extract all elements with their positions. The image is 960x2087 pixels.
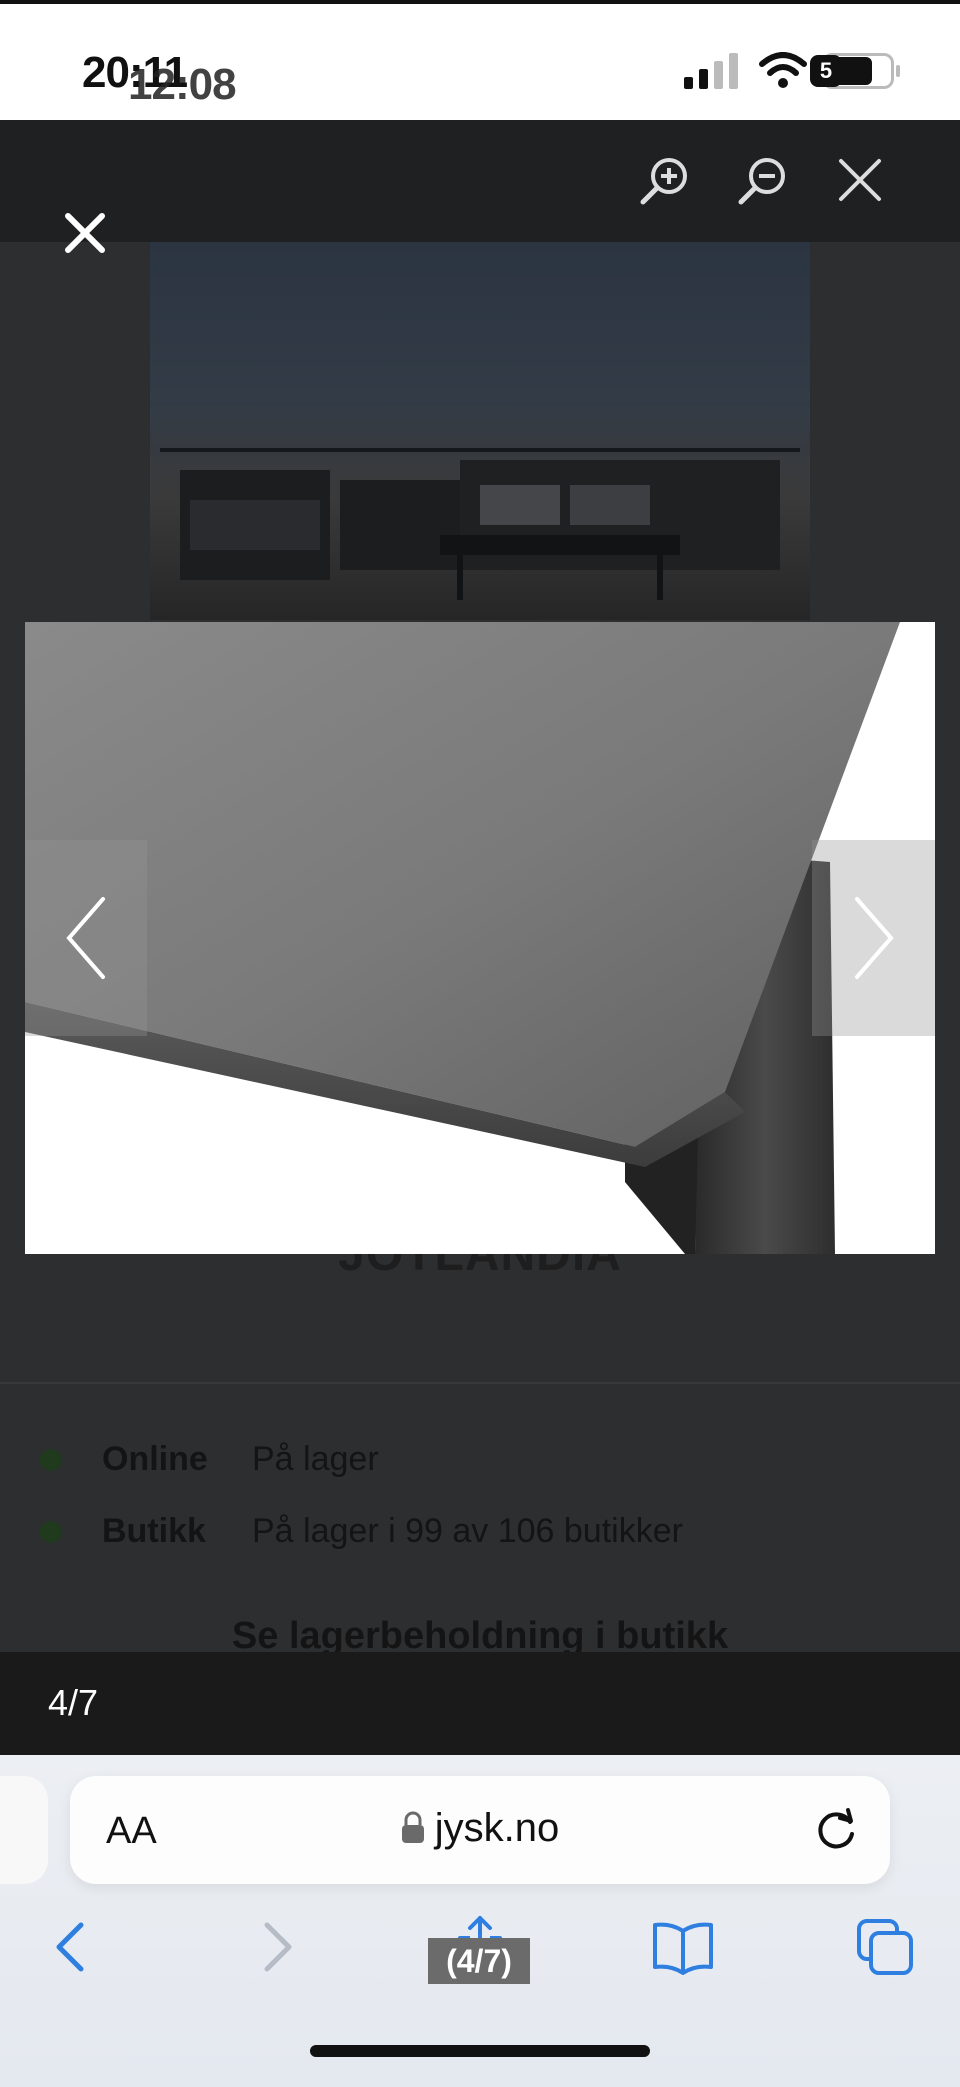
close-viewer-button[interactable] (830, 150, 890, 210)
status-bar: 20:11 12:08 5 (0, 0, 960, 120)
tabs-icon (857, 1919, 913, 1975)
cellular-signal-icon (684, 53, 738, 89)
wifi-icon (759, 52, 807, 88)
stock-online-value: På lager (252, 1440, 379, 1478)
battery-icon: 5 (810, 53, 900, 89)
close-icon (839, 159, 881, 201)
battery-level: 5 (810, 55, 842, 87)
previous-image-button[interactable] (25, 840, 147, 1036)
forward-button[interactable] (242, 1912, 312, 1982)
chevron-right-icon (854, 897, 894, 979)
zoom-in-icon (640, 158, 687, 205)
previous-tab-preview[interactable] (0, 1776, 48, 1884)
status-icons: 5 (684, 52, 900, 90)
outdoor-furniture-illustration (160, 448, 800, 600)
image-caption-overlay: (4/7) (428, 1938, 530, 1984)
chevron-left-icon (56, 1922, 84, 1972)
hero-product-photo (150, 215, 810, 620)
table-corner-photo (25, 622, 935, 1254)
reload-button[interactable] (810, 1804, 862, 1856)
stock-store-value: På lager i 99 av 106 butikker (252, 1512, 683, 1550)
stock-online-label: Online (102, 1440, 208, 1478)
product-image[interactable] (25, 622, 935, 1254)
chevron-right-icon (264, 1922, 292, 1972)
stock-online-row: Online På lager (40, 1440, 379, 1479)
zoom-out-button[interactable] (733, 150, 793, 210)
status-time-overlay: 12:08 (128, 60, 237, 109)
stock-status-dot (40, 1448, 62, 1471)
next-image-button[interactable] (812, 840, 935, 1036)
reload-icon (818, 1808, 854, 1849)
stock-store-label: Butikk (102, 1512, 206, 1550)
lock-icon (401, 1811, 424, 1843)
stock-store-row: Butikk På lager i 99 av 106 butikker (40, 1512, 683, 1551)
zoom-out-icon (738, 158, 785, 205)
image-counter-bar (0, 1652, 960, 1755)
bookmarks-button[interactable] (648, 1912, 718, 1982)
close-lightbox-button[interactable] (60, 208, 110, 258)
bookmarks-icon (653, 1922, 713, 1975)
divider (0, 1382, 960, 1384)
close-icon (65, 213, 105, 253)
zoom-in-button[interactable] (635, 150, 695, 210)
home-indicator[interactable] (310, 2045, 650, 2057)
address-bar[interactable]: AA jysk.no (70, 1776, 890, 1884)
back-button[interactable] (36, 1912, 106, 1982)
chevron-left-icon (66, 897, 105, 979)
image-viewer-toolbar (0, 120, 960, 242)
tabs-button[interactable] (850, 1912, 920, 1982)
domain-text: jysk.no (434, 1806, 560, 1850)
url-display[interactable]: jysk.no (70, 1806, 890, 1851)
image-counter: 4/7 (48, 1682, 99, 1723)
stock-status-dot (40, 1520, 62, 1543)
